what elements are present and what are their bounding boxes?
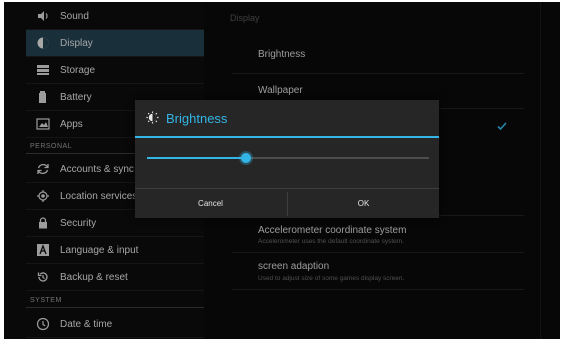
brightness-slider-thumb[interactable] (240, 153, 251, 163)
settings-screen: Sound Display Storage Battery Apps PERSO… (4, 2, 560, 339)
dialog-header: Brightness (135, 100, 439, 136)
dialog-title-divider (135, 136, 439, 138)
brightness-slider-fill (147, 157, 246, 159)
brightness-icon (146, 111, 159, 129)
cancel-button[interactable]: Cancel (135, 189, 286, 218)
ok-button[interactable]: OK (288, 189, 439, 218)
brightness-dialog: Brightness Cancel OK (135, 100, 439, 218)
dialog-title: Brightness (166, 111, 228, 126)
